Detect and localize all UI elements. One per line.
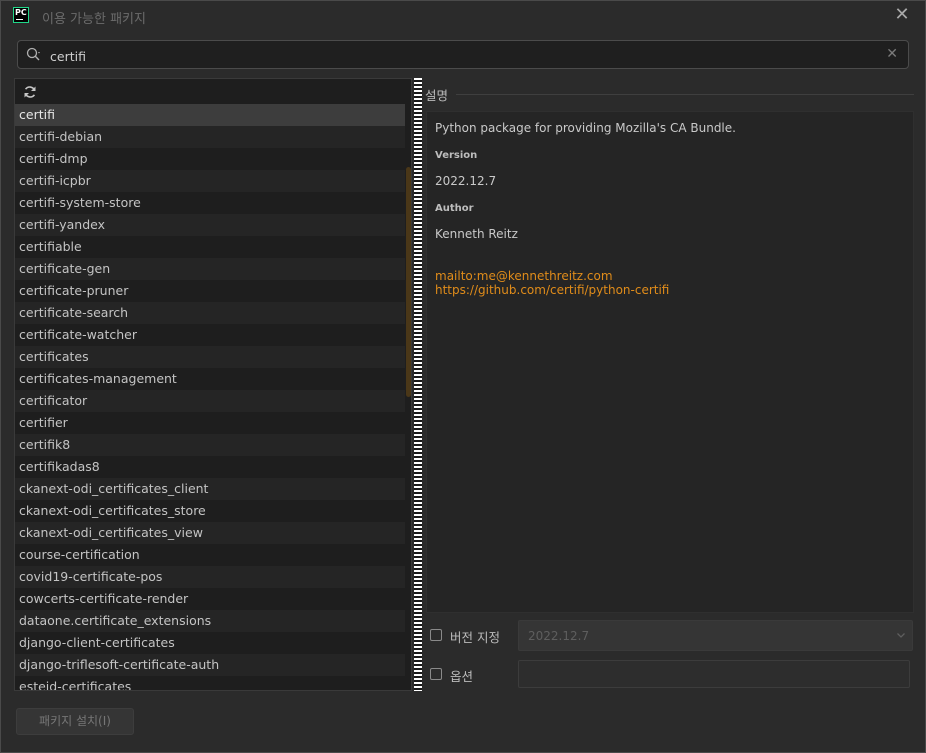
- clear-search-icon[interactable]: ✕: [886, 46, 898, 62]
- description-header: 설명: [425, 88, 449, 103]
- package-list-item[interactable]: certifik8: [15, 434, 405, 456]
- author-email-link[interactable]: mailto:me@kennethreitz.com: [435, 269, 613, 283]
- package-list-item[interactable]: certificate-gen: [15, 258, 405, 280]
- package-list-item[interactable]: certificates: [15, 346, 405, 368]
- package-list-item[interactable]: certifi-icpbr: [15, 170, 405, 192]
- refresh-icon[interactable]: [23, 85, 37, 99]
- package-list-item[interactable]: certifi-debian: [15, 126, 405, 148]
- description-divider: [456, 94, 914, 95]
- version-value: 2022.12.7: [435, 174, 497, 188]
- available-packages-dialog: PC 이용 가능한 패키지 ✕ ✕ certificertifi-debianc…: [0, 0, 926, 753]
- package-list-item[interactable]: certificate-pruner: [15, 280, 405, 302]
- package-summary: Python package for providing Mozilla's C…: [435, 121, 736, 135]
- package-list-item[interactable]: certificate-search: [15, 302, 405, 324]
- package-list-item[interactable]: certifi-dmp: [15, 148, 405, 170]
- package-list-item[interactable]: certifier: [15, 412, 405, 434]
- package-list-item[interactable]: ckanext-odi_certificates_client: [15, 478, 405, 500]
- repository-link[interactable]: https://github.com/certifi/python-certif…: [435, 283, 669, 297]
- package-list-item[interactable]: django-client-certificates: [15, 632, 405, 654]
- author-label: Author: [435, 203, 474, 214]
- package-list-item[interactable]: certifi: [15, 104, 405, 126]
- package-list-item[interactable]: ckanext-odi_certificates_view: [15, 522, 405, 544]
- package-list-item[interactable]: cowcerts-certificate-render: [15, 588, 405, 610]
- dialog-title: 이용 가능한 패키지: [42, 12, 146, 27]
- pycharm-logo-icon: PC: [13, 7, 29, 23]
- package-list-item[interactable]: certifikadas8: [15, 456, 405, 478]
- package-list-item[interactable]: covid19-certificate-pos: [15, 566, 405, 588]
- package-list-item[interactable]: certificator: [15, 390, 405, 412]
- close-button[interactable]: ✕: [893, 6, 911, 24]
- version-select-value: 2022.12.7: [528, 629, 590, 643]
- package-list-panel: certifi certifi-debian certifi-dmp certifi-…: [14, 78, 412, 691]
- package-list-item[interactable]: certifiable: [15, 236, 405, 258]
- package-list-item[interactable]: dataone.certificate_extensions: [15, 610, 405, 632]
- search-input[interactable]: [48, 45, 882, 67]
- package-list-item[interactable]: certificates-management: [15, 368, 405, 390]
- package-list-item[interactable]: certifi-system-store: [15, 192, 405, 214]
- options-label: 옵션: [450, 669, 474, 684]
- scrollbar-thumb[interactable]: [406, 167, 411, 397]
- search-icon[interactable]: [26, 47, 42, 63]
- options-checkbox[interactable]: [430, 668, 442, 680]
- search-field[interactable]: ✕: [17, 40, 909, 69]
- package-list-item[interactable]: ckanext-odi_certificates_store: [15, 500, 405, 522]
- author-value: Kenneth Reitz: [435, 227, 518, 241]
- package-list: certifi certifi-debian certifi-dmp certifi-…: [15, 104, 405, 690]
- package-list-item[interactable]: certifi-yandex: [15, 214, 405, 236]
- install-package-button[interactable]: 패키지 설치(I): [16, 708, 134, 735]
- panel-splitter[interactable]: [414, 78, 422, 691]
- package-list-item[interactable]: esteid-certificates: [15, 676, 405, 690]
- version-label: Version: [435, 150, 478, 161]
- title-bar: PC 이용 가능한 패키지 ✕: [1, 1, 925, 31]
- description-panel: Python package for providing Mozilla's C…: [426, 111, 914, 613]
- package-list-item[interactable]: course-certification: [15, 544, 405, 566]
- package-list-item[interactable]: certificate-watcher: [15, 324, 405, 346]
- package-list-scrollbar[interactable]: [405, 104, 411, 690]
- package-list-item[interactable]: django-triflesoft-certificate-auth: [15, 654, 405, 676]
- specify-version-checkbox[interactable]: [430, 629, 442, 641]
- specify-version-label: 버전 지정: [450, 630, 500, 645]
- version-select[interactable]: 2022.12.7: [518, 620, 913, 651]
- chevron-down-icon: [897, 633, 905, 638]
- options-input[interactable]: [518, 660, 910, 688]
